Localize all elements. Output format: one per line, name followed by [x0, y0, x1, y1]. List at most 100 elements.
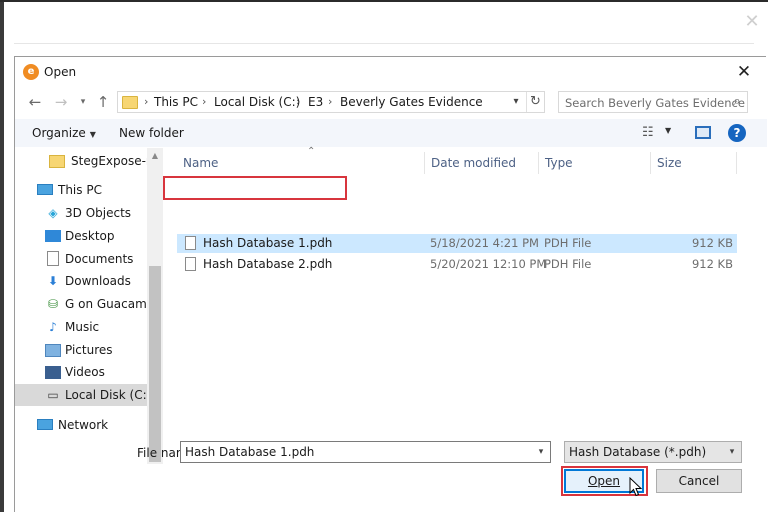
sidebar-item-label: Documents: [65, 252, 134, 266]
local-disk-icon: ▭: [47, 388, 59, 402]
view-options-icon[interactable]: ☷: [642, 125, 660, 141]
sidebar-item-documents[interactable]: Documents: [15, 248, 147, 270]
scroll-up-icon[interactable]: ▲: [147, 148, 163, 164]
videos-icon: [45, 366, 61, 379]
organize-menu-button[interactable]: Organize ▼: [32, 126, 96, 140]
breadcrumb-e3[interactable]: E3: [308, 95, 323, 109]
background-separator: [14, 43, 754, 44]
column-header-label: Size: [657, 156, 682, 170]
file-name-value: Hash Database 1.pdh: [185, 445, 315, 459]
background-window-edge: [0, 0, 4, 512]
refresh-icon[interactable]: ↻: [526, 92, 544, 112]
cancel-button[interactable]: Cancel: [656, 469, 742, 493]
file-size-cell: 912 KB: [691, 236, 733, 250]
sidebar-item-stegexpose[interactable]: StegExpose-mas: [15, 150, 163, 172]
file-name-input[interactable]: Hash Database 1.pdh ▾: [180, 441, 551, 463]
sidebar-item-desktop[interactable]: Desktop: [15, 225, 147, 247]
file-name-cell: Hash Database 1.pdh: [203, 236, 333, 250]
view-options-chevron-icon[interactable]: ▼: [665, 126, 671, 135]
background-window-border: [0, 0, 768, 2]
sidebar-item-label: Videos: [65, 365, 105, 379]
new-folder-button[interactable]: New folder: [119, 126, 184, 140]
file-name-dropdown-icon[interactable]: ▾: [533, 444, 549, 460]
sidebar-item-local-disk[interactable]: ▭ Local Disk (C:): [15, 384, 151, 406]
file-row-hash-database-2[interactable]: Hash Database 2.pdh 5/20/2021 12:10 PM P…: [177, 255, 737, 274]
column-header-label: Name: [183, 156, 219, 170]
sidebar-item-3d-objects[interactable]: ◈ 3D Objects: [15, 202, 147, 224]
navigation-pane: StegExpose-mas This PC ◈ 3D Objects Desk…: [15, 148, 163, 464]
sidebar-item-network[interactable]: Network: [15, 414, 147, 436]
downloads-icon: ⬇: [47, 274, 59, 288]
sidebar-item-pictures[interactable]: Pictures: [15, 339, 147, 361]
app-logo-icon: e: [23, 64, 39, 80]
dialog-title: Open: [44, 65, 77, 79]
sidebar-item-this-pc[interactable]: This PC: [15, 179, 147, 201]
file-type-dropdown-icon[interactable]: ▾: [725, 444, 739, 460]
file-type-value: Hash Database (*.pdh): [569, 445, 707, 459]
file-date-cell: 5/18/2021 4:21 PM: [430, 236, 539, 250]
open-button[interactable]: Open: [564, 469, 644, 493]
help-icon[interactable]: ?: [728, 124, 746, 142]
search-icon[interactable]: ⌕: [729, 94, 745, 110]
computer-icon: [37, 184, 53, 195]
folder-icon: [122, 96, 138, 109]
close-icon[interactable]: ✕: [731, 60, 757, 84]
address-dropdown-icon[interactable]: ▾: [508, 93, 524, 111]
sidebar-item-label: Local Disk (C:): [65, 388, 152, 402]
sidebar-item-label: Downloads: [65, 274, 131, 288]
folder-icon: [49, 155, 65, 168]
file-name-cell: Hash Database 2.pdh: [203, 257, 333, 271]
documents-icon: [47, 251, 59, 266]
column-header-name[interactable]: Name ⌃: [177, 146, 425, 174]
background-close-icon[interactable]: ✕: [742, 12, 762, 32]
file-size-cell: 912 KB: [691, 257, 733, 271]
file-date-cell: 5/20/2021 12:10 PM: [430, 257, 547, 271]
breadcrumb-separator-icon[interactable]: ›: [202, 95, 206, 108]
dialog-titlebar: e Open ✕: [15, 57, 767, 87]
breadcrumb-separator-icon[interactable]: ›: [144, 95, 148, 108]
sidebar-item-label: This PC: [58, 183, 102, 197]
up-arrow-icon[interactable]: ↑: [93, 92, 113, 112]
sidebar-item-music[interactable]: ♪ Music: [15, 316, 147, 338]
file-icon: [185, 236, 196, 250]
sidebar-item-g-on-guacamole[interactable]: ⛁ G on Guacamole: [15, 293, 163, 315]
file-row-hash-database-1[interactable]: Hash Database 1.pdh 5/18/2021 4:21 PM PD…: [177, 234, 737, 253]
breadcrumb-separator-icon[interactable]: ›: [296, 95, 300, 108]
sidebar-item-label: Music: [65, 320, 100, 334]
desktop-icon: [45, 230, 61, 242]
breadcrumb-separator-icon[interactable]: ›: [328, 95, 332, 108]
scrollbar-thumb[interactable]: [149, 266, 161, 462]
navigation-bar: ← → ▾ ↑ › This PC › Local Disk (C:) › E3…: [15, 87, 767, 117]
column-header-date-modified[interactable]: Date modified: [425, 152, 539, 174]
search-input[interactable]: Search Beverly Gates Evidence ⌕: [558, 91, 748, 113]
sidebar-item-label: 3D Objects: [65, 206, 132, 220]
column-header-type[interactable]: Type: [539, 152, 651, 174]
file-type-select[interactable]: Hash Database (*.pdh) ▾: [564, 441, 742, 463]
network-drive-icon: ⛁: [47, 297, 59, 311]
breadcrumb-beverly-gates-evidence[interactable]: Beverly Gates Evidence: [340, 95, 483, 109]
back-arrow-icon[interactable]: ←: [25, 92, 45, 112]
recent-locations-chevron-icon[interactable]: ▾: [73, 92, 93, 112]
sidebar-item-label: Network: [58, 418, 109, 432]
sidebar-item-label: Pictures: [65, 343, 113, 357]
preview-pane-icon[interactable]: [695, 126, 711, 139]
navigation-scrollbar[interactable]: ▲: [147, 148, 163, 464]
forward-arrow-icon[interactable]: →: [51, 92, 71, 112]
pictures-icon: [45, 344, 61, 357]
command-toolbar: Organize ▼ New folder ☷ ▼ ?: [15, 119, 767, 147]
sidebar-item-downloads[interactable]: ⬇ Downloads: [15, 270, 147, 292]
3d-objects-icon: ◈: [48, 206, 58, 220]
column-header-size[interactable]: Size: [651, 152, 737, 174]
column-header-label: Date modified: [431, 156, 517, 170]
breadcrumb-this-pc[interactable]: This PC: [154, 95, 198, 109]
breadcrumb-local-disk[interactable]: Local Disk (C:): [214, 95, 300, 109]
file-type-cell: PDH File: [544, 257, 592, 271]
sidebar-item-videos[interactable]: Videos: [15, 361, 147, 383]
organize-label: Organize: [32, 126, 86, 140]
network-icon: [37, 419, 53, 430]
file-list-pane: Name ⌃ Date modified Type Size Hash Data…: [163, 146, 767, 464]
music-icon: ♪: [49, 320, 57, 334]
file-icon: [185, 257, 196, 271]
address-bar[interactable]: › This PC › Local Disk (C:) › E3 › Bever…: [117, 91, 545, 113]
sidebar-item-label: Desktop: [65, 229, 115, 243]
